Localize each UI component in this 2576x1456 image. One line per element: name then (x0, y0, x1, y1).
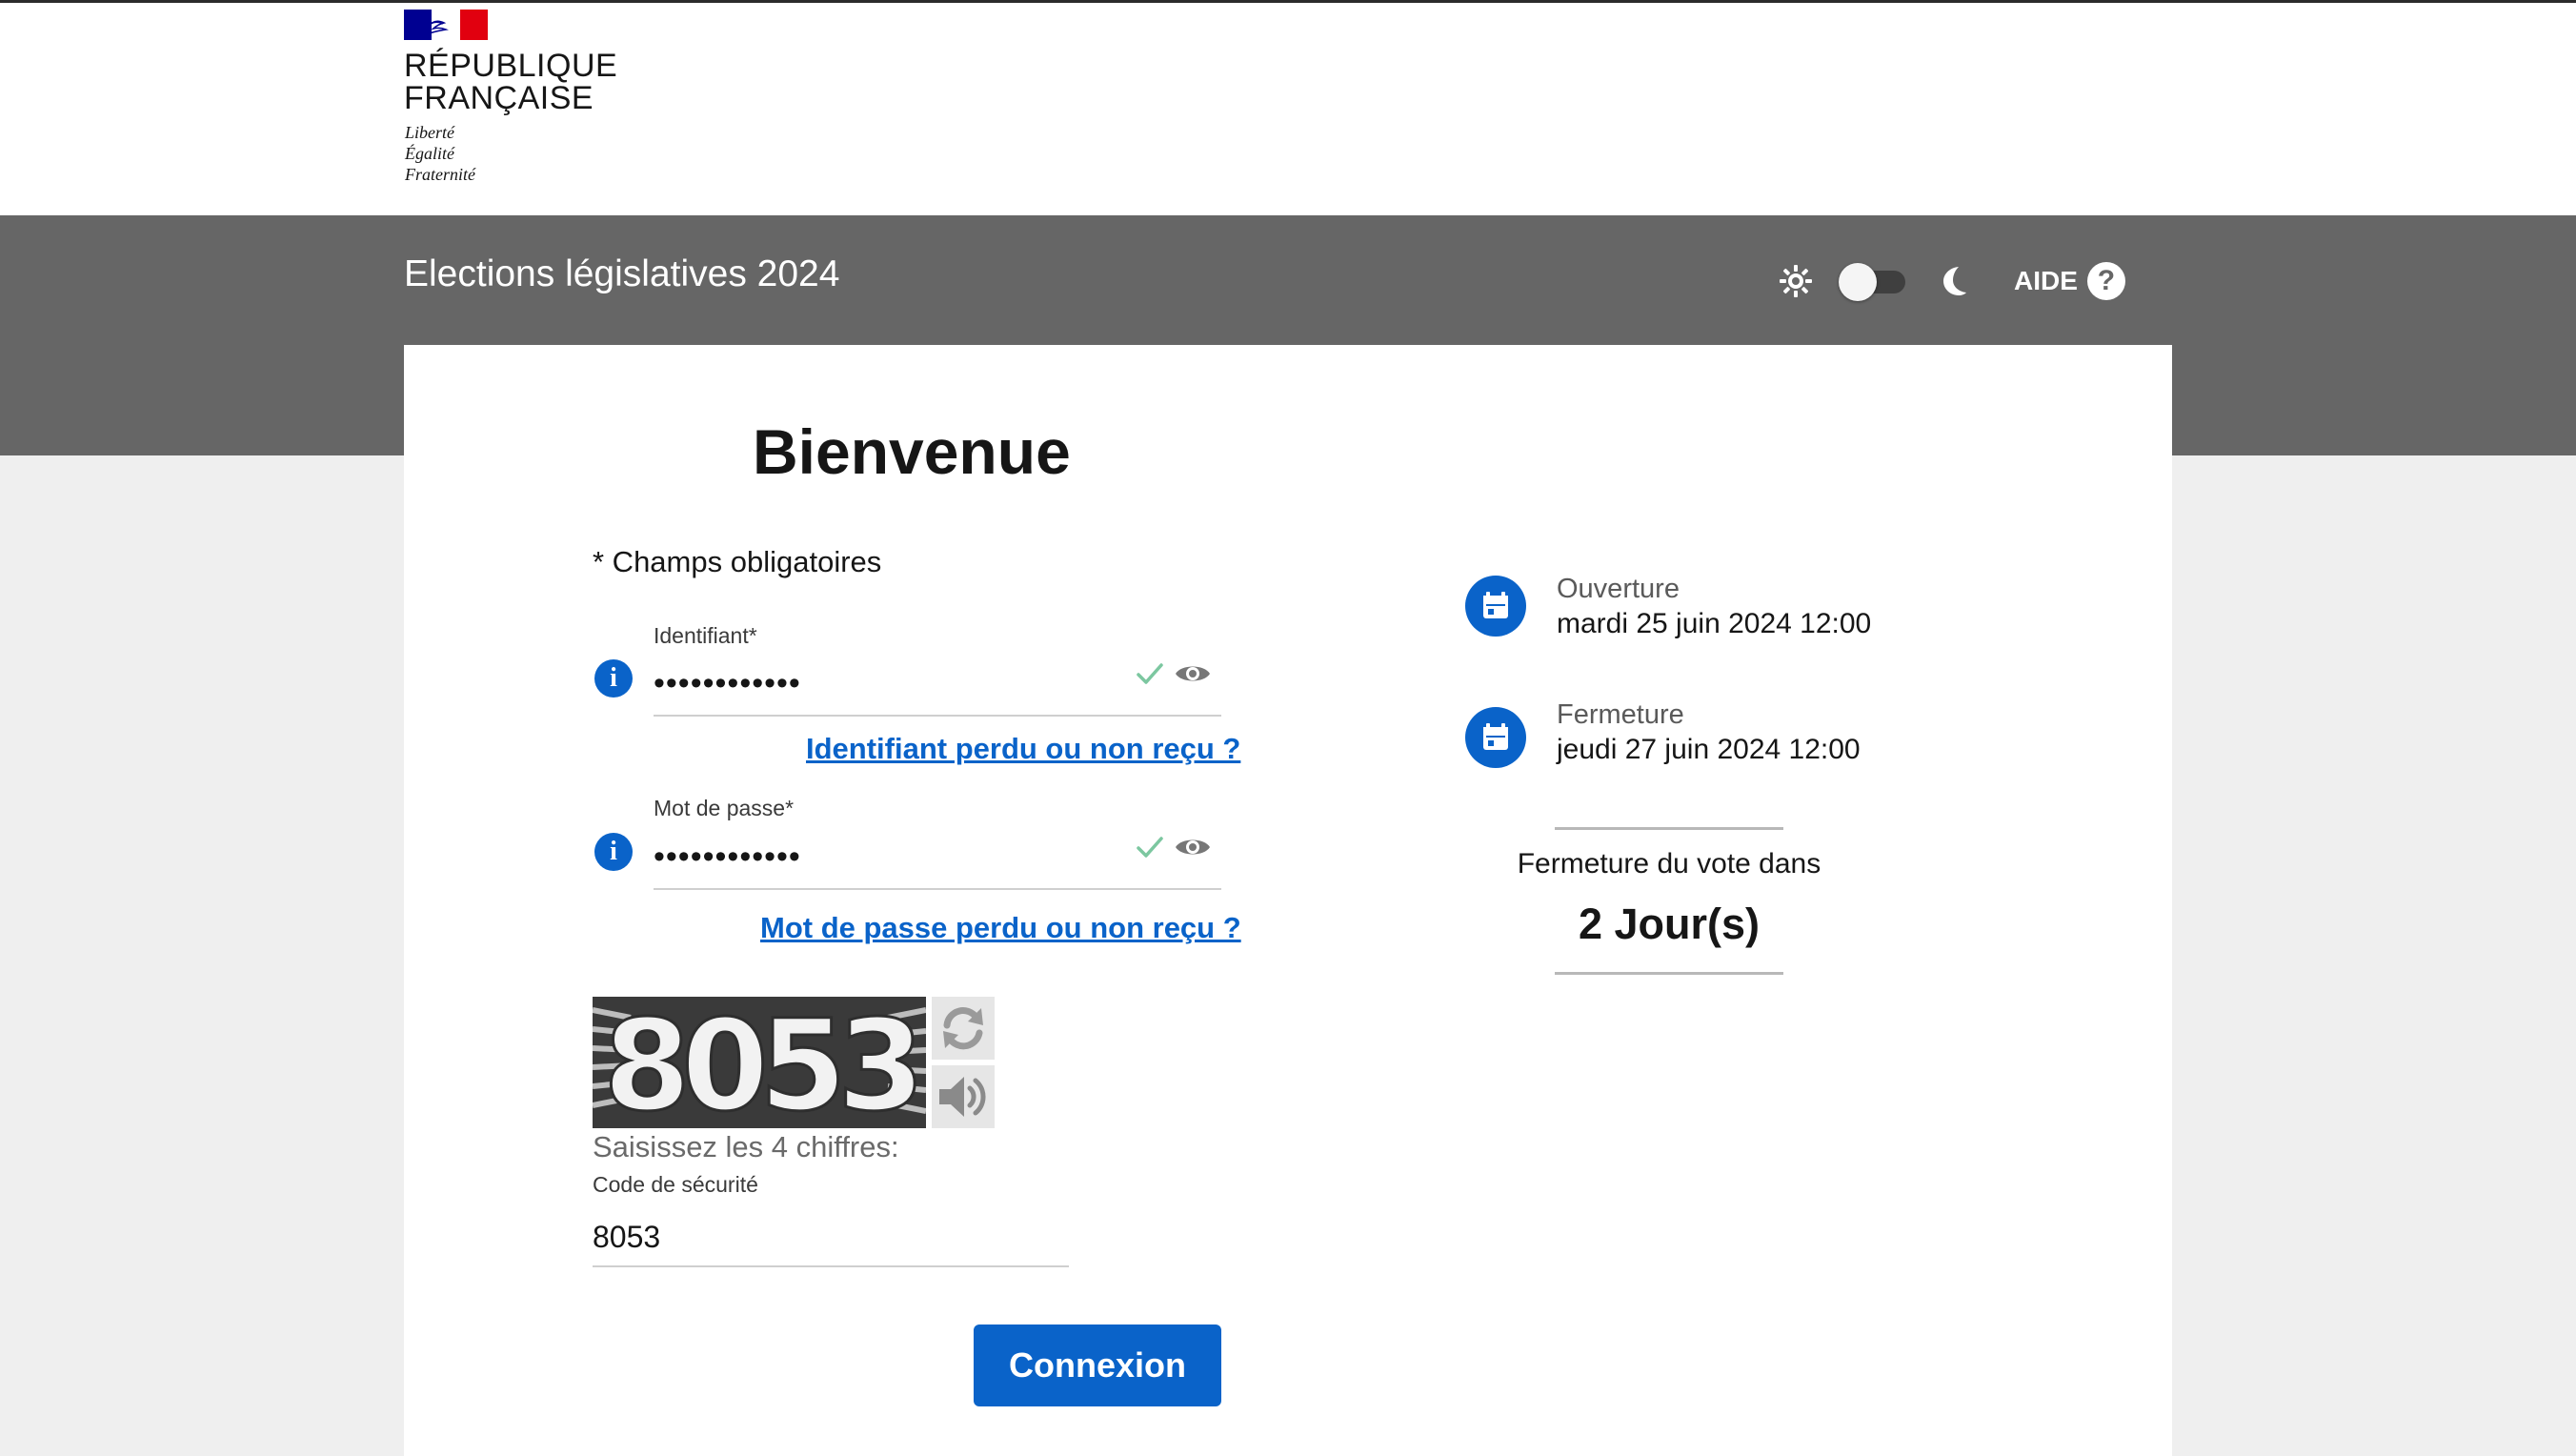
captcha-hint: Saisissez les 4 chiffres: (593, 1130, 899, 1163)
refresh-icon (943, 1007, 983, 1050)
countdown-divider-bottom (1555, 972, 1783, 975)
marianne-icon (427, 20, 449, 34)
site-header (0, 3, 2576, 215)
countdown-value: 2 Jour(s) (1578, 900, 1761, 948)
captcha-image: 8053 (593, 997, 926, 1128)
motto-liberte: Liberté (405, 123, 454, 142)
closing-label: Fermeture (1557, 699, 1684, 730)
welcome-heading: Bienvenue (753, 416, 1071, 487)
motto-fraternite: Fraternité (405, 165, 475, 184)
opening-label: Ouverture (1557, 574, 1680, 604)
question-icon: ? (2086, 262, 2125, 300)
closing-date: jeudi 27 juin 2024 12:00 (1557, 734, 1861, 765)
speaker-icon (939, 1077, 986, 1117)
identifier-show-eye-icon[interactable] (1174, 659, 1212, 688)
moon-icon (1943, 267, 1966, 295)
password-label: Mot de passe* (654, 796, 795, 820)
password-lost-link[interactable]: Mot de passe perdu ou non reçu ? (760, 911, 1241, 945)
sun-icon (1780, 265, 1812, 297)
republic-motto: Liberté Égalité Fraternité (405, 122, 475, 185)
republic-name-line1: RÉPUBLIQUE (404, 48, 618, 84)
connexion-button[interactable]: Connexion (974, 1325, 1221, 1406)
countdown-divider-top (1555, 827, 1783, 830)
captcha-refresh-button[interactable] (932, 997, 995, 1060)
identifier-lost-link[interactable]: Identifiant perdu ou non reçu ? (806, 732, 1240, 766)
security-code-label: Code de sécurité (593, 1172, 758, 1197)
theme-toggle[interactable] (1839, 263, 1909, 301)
password-show-eye-icon[interactable] (1174, 833, 1212, 861)
theme-toggle-knob[interactable] (1839, 263, 1877, 301)
motto-egalite: Égalité (405, 144, 454, 163)
republic-flag-logo (404, 10, 488, 40)
app-title: Elections législatives 2024 (404, 253, 840, 294)
password-valid-check-icon (1137, 837, 1163, 858)
help-label: AIDE (2014, 266, 2078, 295)
security-code-input[interactable] (593, 1208, 1069, 1267)
required-fields-note: * Champs obligatoires (593, 545, 882, 578)
password-info-icon[interactable]: i (594, 833, 633, 871)
opening-date: mardi 25 juin 2024 12:00 (1557, 608, 1872, 639)
countdown-label: Fermeture du vote dans (1517, 848, 1821, 880)
captcha-noise: 8053 (593, 997, 926, 1128)
identifier-info-icon[interactable]: i (594, 659, 633, 698)
login-card (404, 345, 2172, 1456)
identifier-valid-check-icon (1137, 663, 1163, 684)
captcha-digits: 8053 (603, 997, 916, 1128)
help-button[interactable]: AIDE ? (2014, 261, 2125, 301)
opening-calendar-icon (1465, 576, 1526, 637)
republic-name: RÉPUBLIQUE FRANÇAISE (404, 50, 617, 114)
republic-name-line2: FRANÇAISE (404, 80, 594, 116)
closing-calendar-icon (1465, 707, 1526, 768)
identifier-label: Identifiant* (654, 623, 757, 648)
captcha-audio-button[interactable] (932, 1065, 995, 1128)
